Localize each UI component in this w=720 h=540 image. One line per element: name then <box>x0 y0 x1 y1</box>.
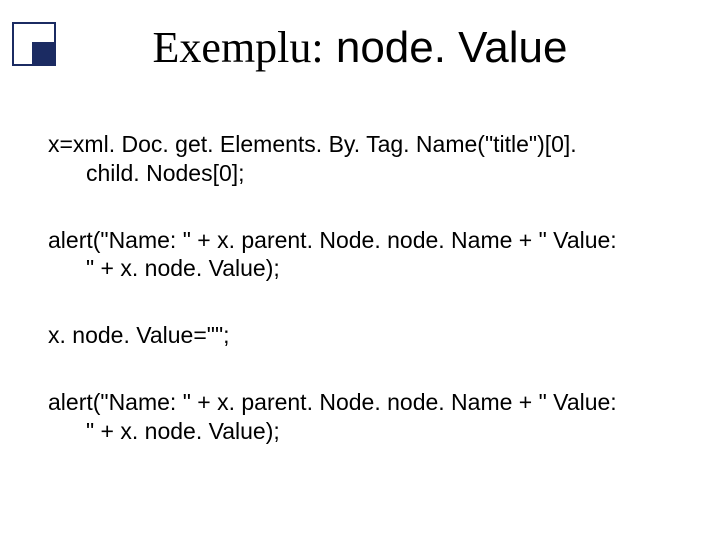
slide-title: Exemplu: node. Value <box>0 22 720 73</box>
code-line: alert("Name: " + x. parent. Node. node. … <box>48 389 617 415</box>
slide-body: x=xml. Doc. get. Elements. By. Tag. Name… <box>48 130 700 520</box>
code-block-1: x=xml. Doc. get. Elements. By. Tag. Name… <box>48 130 700 188</box>
code-block-3: x. node. Value=""; <box>48 321 700 350</box>
title-keyword: node. Value <box>324 23 568 72</box>
code-line: " + x. node. Value); <box>48 417 700 446</box>
slide: Exemplu: node. Value x=xml. Doc. get. El… <box>0 0 720 540</box>
code-block-2: alert("Name: " + x. parent. Node. node. … <box>48 226 700 284</box>
title-prefix: Exemplu: <box>153 23 324 72</box>
code-block-4: alert("Name: " + x. parent. Node. node. … <box>48 388 700 446</box>
code-line: x. node. Value=""; <box>48 322 230 348</box>
code-line: alert("Name: " + x. parent. Node. node. … <box>48 227 617 253</box>
code-line: x=xml. Doc. get. Elements. By. Tag. Name… <box>48 131 577 157</box>
code-line: child. Nodes[0]; <box>48 159 700 188</box>
code-line: " + x. node. Value); <box>48 254 700 283</box>
